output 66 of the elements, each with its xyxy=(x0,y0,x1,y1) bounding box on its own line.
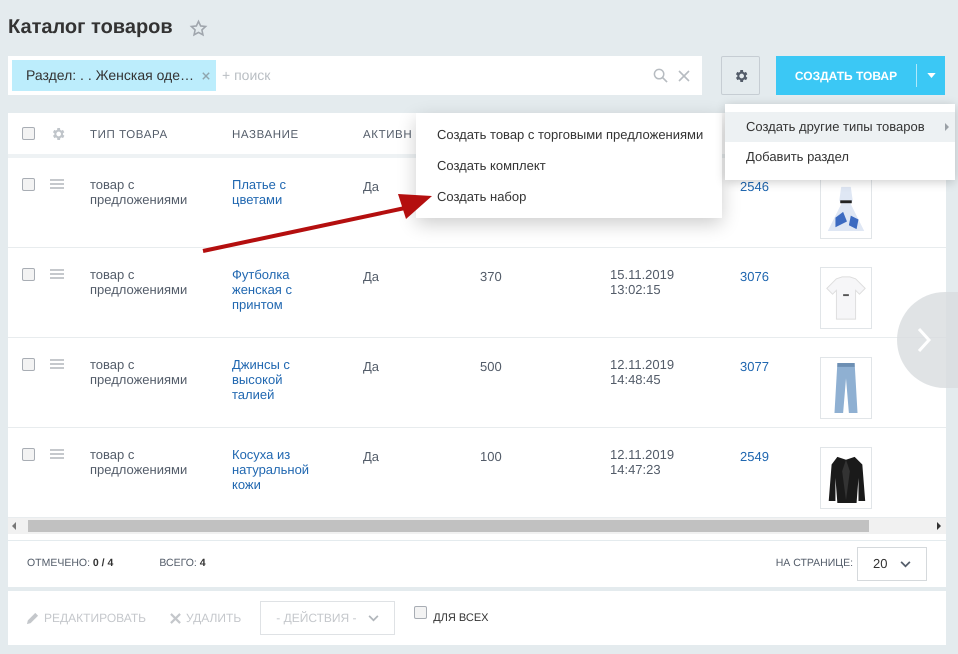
total-count: ВСЕГО: 4 xyxy=(159,556,206,572)
table-cell-text: 12.11.2019 14:47:23 xyxy=(610,447,676,477)
id-link[interactable]: 2549 xyxy=(740,449,769,464)
checkbox[interactable] xyxy=(22,126,35,140)
search-field[interactable]: Раздел: . . Женская оде… + поиск xyxy=(8,56,702,95)
search-icon[interactable] xyxy=(653,68,668,83)
menu-item[interactable]: Добавить раздел xyxy=(725,142,955,172)
page-title: Каталог товаров xyxy=(8,15,173,40)
caret-icon[interactable] xyxy=(927,73,936,78)
table-cell: Да xyxy=(363,179,380,194)
chevron-down-icon xyxy=(900,560,911,568)
table-cell: Да xyxy=(363,359,380,374)
table-cell: Да xyxy=(363,269,380,284)
menu-item[interactable]: Создать товар с торговыми предложениями xyxy=(416,119,722,150)
chevron-down-icon xyxy=(368,614,380,622)
id-link[interactable]: 2546 xyxy=(740,179,769,194)
pencil-icon xyxy=(26,612,39,624)
checkbox[interactable] xyxy=(414,606,428,619)
scroll-left-icon[interactable] xyxy=(12,522,16,530)
checkbox[interactable] xyxy=(22,358,35,371)
table-cell: 370 xyxy=(480,269,502,284)
checkbox[interactable] xyxy=(22,178,35,191)
drag-handle-icon[interactable] xyxy=(50,269,64,279)
column-header[interactable]: АКТИВН xyxy=(363,128,412,140)
table-cell: 500 xyxy=(480,359,502,374)
close-icon xyxy=(170,612,182,624)
settings-icon[interactable] xyxy=(50,126,66,142)
id-link[interactable]: 3077 xyxy=(740,359,769,374)
close-icon[interactable] xyxy=(678,70,690,82)
close-icon[interactable] xyxy=(202,72,210,80)
column-header[interactable]: ТИП ТОВАРА xyxy=(90,128,168,140)
product-link[interactable]: Джинсы с высокой талией xyxy=(232,357,328,402)
table-cell-text: товар с предложениями xyxy=(90,177,188,207)
per-page-label: НА СТРАНИЦЕ: xyxy=(776,556,853,572)
id-link[interactable]: 3076 xyxy=(740,269,769,284)
menu-item[interactable]: Создать комплект xyxy=(416,150,722,181)
selected-count: ОТМЕЧЕНО: 0 / 4 xyxy=(27,556,114,572)
checkbox-label: ДЛЯ ВСЕХ xyxy=(433,610,488,626)
filter-tag[interactable]: Раздел: . . Женская оде… xyxy=(12,60,216,91)
column-header[interactable]: НАЗВАНИЕ xyxy=(232,128,299,140)
table-cell: Да xyxy=(363,449,380,464)
table-cell-text: 12.11.2019 14:48:45 xyxy=(610,357,676,387)
table-cell: 100 xyxy=(480,449,502,464)
checkbox[interactable] xyxy=(22,268,35,281)
settings-button[interactable] xyxy=(721,56,760,95)
checkbox[interactable] xyxy=(22,448,35,461)
drag-handle-icon[interactable] xyxy=(50,359,64,369)
drag-handle-icon[interactable] xyxy=(50,449,64,459)
create-button-label: СОЗДАТЬ ТОВАР xyxy=(794,68,898,84)
table-cell-text: 15.11.2019 13:02:15 xyxy=(610,267,676,297)
table-cell-text: товар с предложениями xyxy=(90,357,188,387)
product-link[interactable]: Платье с цветами xyxy=(232,177,328,207)
per-page-select[interactable]: 20 xyxy=(857,547,927,581)
filter-tag-label: Раздел: . . Женская оде… xyxy=(26,66,194,85)
menu-item[interactable]: Создать набор xyxy=(416,181,722,212)
product-link[interactable]: Футболка женская с принтом xyxy=(232,267,328,312)
table-cell-text: товар с предложениями xyxy=(90,447,188,477)
product-link[interactable]: Косуха из натуральной кожи xyxy=(232,447,328,492)
scroll-right-icon[interactable] xyxy=(937,522,941,530)
chevron-right-icon xyxy=(917,327,931,353)
scrollbar-thumb[interactable] xyxy=(28,520,869,532)
scrollbar[interactable] xyxy=(8,518,946,534)
table-cell-text: товар с предложениями xyxy=(90,267,188,297)
star-icon[interactable] xyxy=(188,18,208,38)
menu-item[interactable]: Создать другие типы товаров xyxy=(725,112,955,142)
drag-handle-icon[interactable] xyxy=(50,179,64,189)
